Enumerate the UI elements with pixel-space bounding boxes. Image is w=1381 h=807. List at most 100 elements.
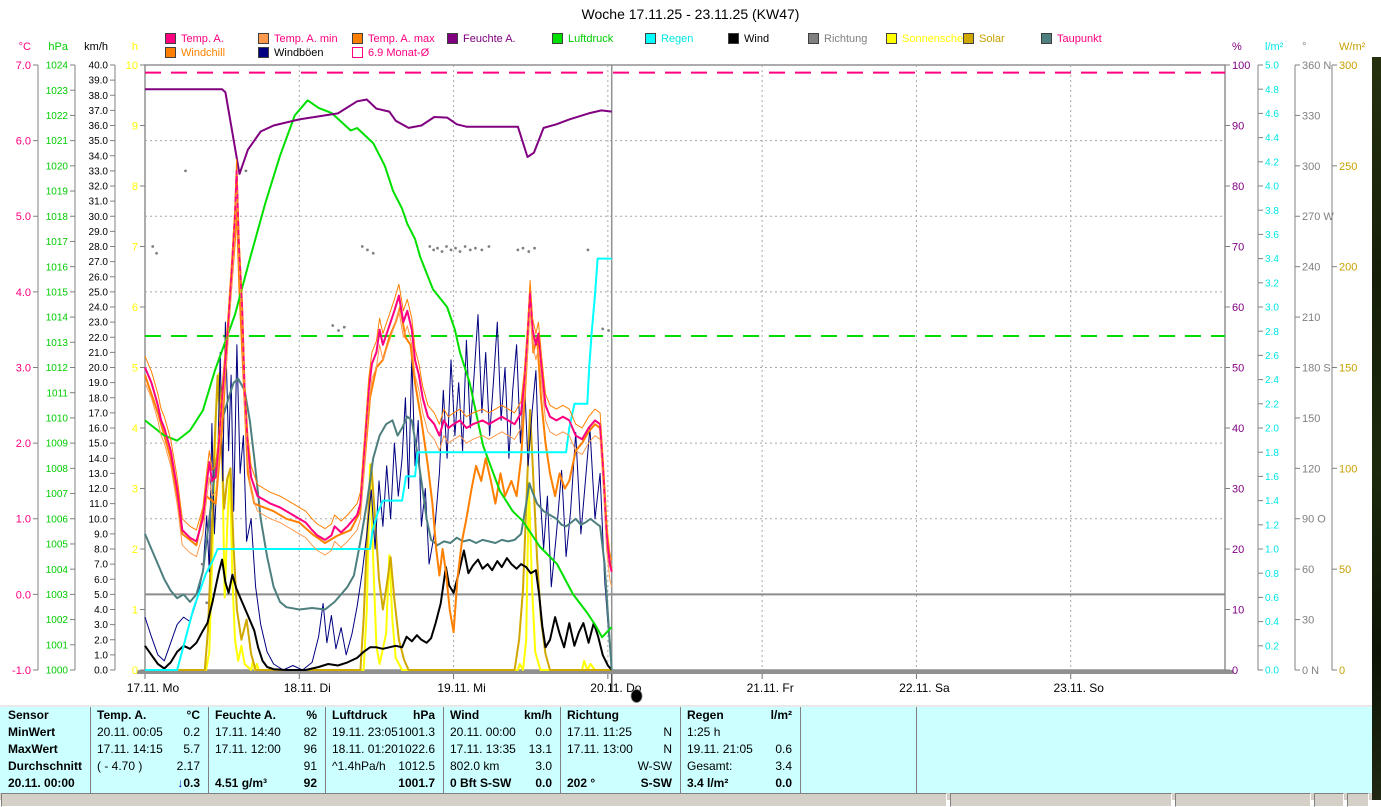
richtung-dot [432, 248, 436, 252]
x-axis-day-label: 23.11. So [1053, 681, 1104, 695]
cell-time: ( - 4.70 ) [97, 759, 143, 773]
richtung-dot [151, 245, 155, 248]
axis-label-kmh: 11.0 [89, 499, 108, 510]
axis-label-deg: 180 S [1302, 362, 1331, 374]
axis-label-kmh: 16.0 [89, 424, 109, 435]
axis-label-kmh: 8.0 [94, 545, 108, 556]
richtung-dot [342, 325, 346, 329]
axis-label-pct: 70 [1232, 241, 1244, 253]
axis-label-lm2: 2.4 [1265, 375, 1279, 386]
axis-label-kmh: 19.0 [89, 378, 109, 389]
axis-label-lm2: 1.6 [1265, 472, 1279, 483]
cell-time: 3.4 l/m² [687, 776, 729, 790]
axis-label-kmh: 21.0 [89, 348, 109, 359]
axis-label-lm2: 0.8 [1265, 569, 1279, 580]
richtung-dot [360, 245, 364, 248]
axis-label-kmh: 4.0 [94, 605, 108, 616]
cell-time: 17.11. 13:35 [450, 742, 516, 756]
richtung-dot [474, 246, 477, 250]
cell-value: 1001.3 [398, 725, 435, 739]
axis-label-deg: 150 [1302, 413, 1320, 425]
axis-label-deg: 360 N [1302, 60, 1331, 72]
cell-time: 802.0 km [450, 759, 500, 773]
axis-label-kmh: 24.0 [89, 303, 109, 314]
axis-label-kmh: 6.0 [94, 575, 108, 586]
cell-value: 3.0 [535, 759, 552, 773]
axis-label-c: 0.0 [16, 589, 31, 601]
table-row-label: MinWert [8, 725, 56, 739]
richtung-dot [458, 250, 462, 253]
axis-label-kmh: 36.0 [89, 121, 109, 132]
axis-label-h: 9 [132, 120, 138, 132]
axis-label-hpa: 1015 [46, 287, 69, 298]
richtung-dot [607, 329, 610, 332]
axis-label-lm2: 0.2 [1265, 641, 1279, 652]
cell-time: 202 ° [567, 776, 596, 790]
x-axis-day-label: 17.11. Mo [127, 681, 180, 695]
axis-label-lm2: 1.0 [1265, 545, 1279, 556]
richtung-dot [601, 327, 605, 331]
cell-time: ^1.4hPa/h [332, 759, 386, 773]
table-row-label-column: Sensor MinWert MaxWert Durchschnitt 20.11. 0… [2, 707, 88, 794]
richtung-dot [244, 169, 248, 173]
axis-label-pct: 90 [1232, 120, 1244, 132]
cell-value: 0.0 [535, 776, 552, 790]
axis-label-lm2: 4.0 [1265, 182, 1279, 193]
x-axis-day-label: 19.11. Mi [437, 681, 485, 695]
cell-time: 1:25 h [687, 725, 721, 739]
axis-label-c: 3.0 [16, 362, 31, 374]
cell-value: W-SW [637, 759, 672, 773]
axis-label-hpa: 1016 [46, 262, 69, 273]
axis-label-lm2: 4.4 [1265, 133, 1279, 144]
richtung-dot [337, 329, 340, 332]
column-header: Wind [450, 708, 480, 722]
column-unit: hPa [412, 708, 435, 722]
axis-label-h: 4 [132, 423, 138, 435]
axis-label-hpa: 1004 [46, 565, 69, 576]
axis-label-kmh: 29.0 [89, 227, 109, 238]
column-unit: % [306, 708, 317, 722]
axis-label-hpa: 1017 [46, 237, 69, 248]
richtung-dot [480, 248, 484, 252]
richtung-dot [527, 250, 531, 253]
axis-label-hpa: 1003 [46, 590, 69, 601]
cell-time: 17.11. 14:40 [215, 725, 281, 739]
cell-time: 17.11. 14:15 [97, 742, 163, 756]
axis-label-hpa: 1009 [46, 439, 69, 450]
axis-label-deg: 270 W [1302, 211, 1334, 223]
axis-label-kmh: 28.0 [89, 242, 109, 253]
richtung-dot [521, 246, 525, 250]
richtung-dot [371, 251, 375, 255]
axis-label-wm2: 0 [1339, 665, 1345, 677]
axis-label-hpa: 1013 [46, 338, 69, 349]
axis-label-lm2: 3.8 [1265, 206, 1279, 217]
table-row-label: MaxWert [8, 742, 58, 756]
axis-label-h: 6 [132, 302, 138, 314]
axis-label-kmh: 0.0 [94, 666, 108, 677]
richtung-dot [449, 248, 453, 252]
axis-label-hpa: 1023 [46, 86, 69, 97]
axis-label-lm2: 3.6 [1265, 230, 1279, 241]
table-column-luftdruck: Luftdruck hPa 19.11. 23:05 1001.3 18.11. 01:… [325, 707, 441, 794]
cell-value: N [663, 725, 672, 739]
axis-label-wm2: 200 [1339, 262, 1357, 274]
cell-time: 20.11. 00:00 [450, 725, 516, 739]
axis-header-lm2: l/m² [1265, 41, 1284, 53]
desktop-background-strip [1372, 57, 1381, 800]
status-bar [0, 793, 1372, 807]
axis-label-lm2: 1.2 [1265, 520, 1279, 531]
axis-label-c: 2.0 [16, 438, 31, 450]
axis-label-kmh: 18.0 [89, 393, 109, 404]
axis-label-lm2: 0.4 [1265, 617, 1279, 628]
column-header: Regen [687, 708, 724, 722]
axis-label-lm2: 2.8 [1265, 327, 1279, 338]
axis-label-c: 1.0 [16, 514, 31, 526]
axis-label-wm2: 250 [1339, 161, 1357, 173]
axis-label-deg: 60 [1302, 564, 1314, 576]
richtung-dot [331, 324, 335, 327]
chart-area[interactable]: 17.11. Mo 18.11. Di 19.11. Mi 20.11. Do 21.1… [0, 0, 1381, 710]
richtung-dot [205, 601, 209, 605]
axis-label-lm2: 3.0 [1265, 303, 1279, 314]
axis-label-c: -1.0 [12, 665, 31, 677]
axis-label-kmh: 12.0 [89, 484, 109, 495]
